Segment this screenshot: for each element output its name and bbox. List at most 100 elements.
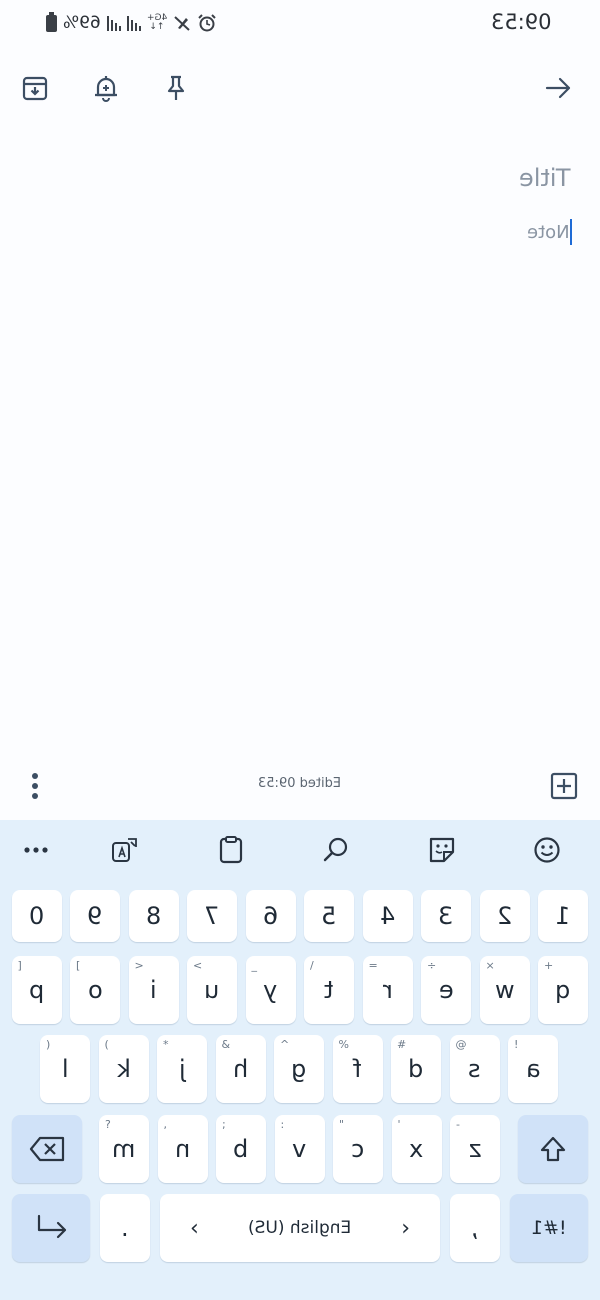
enter-key[interactable] — [12, 1194, 90, 1262]
key-hint: * — [163, 1038, 169, 1051]
key-label: l — [61, 1055, 69, 1083]
key-hint: " — [339, 1118, 345, 1131]
key-label: r — [382, 976, 393, 1004]
key-label: h — [232, 1055, 249, 1083]
letter-key-c[interactable]: " c — [333, 1115, 383, 1183]
key-label: j — [178, 1055, 186, 1083]
key-label: 8 — [145, 902, 162, 930]
number-key-5[interactable]: 5 — [304, 890, 354, 942]
translate-icon[interactable] — [105, 830, 145, 870]
pin-icon[interactable] — [156, 68, 196, 108]
letter-key-q[interactable]: + q — [538, 956, 588, 1024]
key-label: d — [408, 1055, 424, 1083]
letter-key-r[interactable]: = r — [362, 956, 413, 1024]
key-label: 5 — [321, 902, 337, 930]
letter-key-a[interactable]: ! a — [508, 1035, 558, 1103]
letter-key-w[interactable]: × w — [479, 956, 530, 1024]
key-label: 9 — [87, 902, 103, 930]
note-bottom-bar: Edited 09:53 — [0, 762, 600, 810]
chevron-left-icon[interactable]: ‹ — [190, 1194, 199, 1262]
space-key-label: English (US) — [248, 1218, 352, 1238]
key-hint: & — [221, 1038, 231, 1051]
title-input[interactable]: Title — [519, 164, 570, 192]
archive-icon[interactable] — [15, 68, 55, 108]
reminder-bell-icon[interactable] — [86, 68, 126, 108]
key-hint: @ — [455, 1038, 467, 1051]
key-label: e — [438, 976, 454, 1004]
symbols-key[interactable]: !#1 — [510, 1194, 588, 1262]
number-key-3[interactable]: 3 — [421, 890, 471, 942]
key-label: q — [555, 976, 571, 1004]
key-label: 3 — [438, 902, 454, 930]
keyboard-toolbar — [0, 820, 600, 878]
letter-key-p[interactable]: ] p — [11, 956, 62, 1024]
number-key-4[interactable]: 4 — [362, 890, 413, 942]
number-key-9[interactable]: 9 — [70, 890, 120, 942]
letter-key-l[interactable]: ) l — [40, 1035, 90, 1103]
chevron-right-icon[interactable]: › — [401, 1194, 410, 1262]
key-label: 2 — [496, 902, 513, 930]
emoji-icon[interactable] — [527, 830, 567, 870]
letter-key-d[interactable]: # d — [391, 1035, 441, 1103]
backspace-key[interactable] — [12, 1115, 82, 1183]
back-arrow-icon[interactable] — [538, 68, 578, 108]
key-label: b — [233, 1135, 249, 1163]
number-key-8[interactable]: 8 — [128, 890, 179, 942]
letter-key-s[interactable]: @ s — [449, 1035, 500, 1103]
number-key-7[interactable]: 7 — [187, 890, 237, 942]
key-label: u — [204, 976, 220, 1004]
key-hint: × — [485, 959, 495, 972]
letter-key-g[interactable]: ^ g — [274, 1035, 324, 1103]
letter-key-v[interactable]: :v — [274, 1115, 325, 1183]
letter-key-o[interactable]: [o — [70, 956, 120, 1024]
number-key-0[interactable]: 0 — [11, 890, 62, 942]
key-label: 7 — [204, 902, 220, 930]
letter-key-m[interactable]: ? m — [99, 1115, 149, 1183]
search-icon[interactable] — [316, 830, 356, 870]
key-label: y — [263, 976, 278, 1004]
shift-key[interactable] — [518, 1115, 588, 1183]
letter-key-x[interactable]: ' x — [391, 1115, 442, 1183]
note-input[interactable]: Note — [527, 218, 572, 246]
letter-key-f[interactable]: % f — [332, 1035, 383, 1103]
add-box-icon[interactable] — [546, 768, 582, 804]
letter-key-h[interactable]: & h — [215, 1035, 266, 1103]
letter-key-z[interactable]: -z — [450, 1115, 500, 1183]
shift-icon — [540, 1136, 566, 1162]
number-key-1[interactable]: 1 — [538, 890, 588, 942]
key-hint: # — [397, 1038, 407, 1051]
key-hint: < — [193, 959, 203, 972]
clock: 09:53 — [491, 10, 552, 34]
letter-key-n[interactable]: ,n — [157, 1115, 208, 1183]
battery-percent: 69% — [63, 13, 101, 33]
letter-key-e[interactable]: ÷ e — [421, 956, 471, 1024]
letter-key-k[interactable]: (k — [98, 1035, 149, 1103]
clipboard-icon[interactable] — [211, 830, 251, 870]
letter-key-y[interactable]: _ y — [245, 956, 296, 1024]
key-label: n — [174, 1135, 191, 1163]
more-horiz-icon[interactable] — [16, 830, 56, 870]
key-label: 4 — [379, 902, 396, 930]
title-placeholder: Title — [518, 164, 570, 192]
mute-icon — [174, 16, 190, 31]
key-hint: = — [368, 959, 378, 972]
number-key-2[interactable]: 2 — [479, 890, 530, 942]
letter-key-u[interactable]: < u — [187, 956, 237, 1024]
number-key-6[interactable]: 6 — [245, 890, 296, 942]
space-key[interactable]: ‹ English (US) › — [160, 1194, 440, 1262]
sticker-icon[interactable] — [422, 830, 462, 870]
period-key[interactable]: . — [100, 1194, 150, 1262]
letter-key-j[interactable]: * j — [157, 1035, 207, 1103]
key-label: m — [112, 1135, 136, 1163]
letter-key-t[interactable]: / t — [304, 956, 354, 1024]
status-bar: 69% 4G+ ↓↑ 09:53 — [0, 0, 600, 48]
signal-icon — [106, 15, 121, 31]
letter-key-i[interactable]: > i — [128, 956, 179, 1024]
symbols-key-label: !#1 — [531, 1217, 567, 1239]
comma-key[interactable]: , — [450, 1194, 500, 1262]
key-hint: - — [456, 1118, 460, 1131]
key-label: 0 — [28, 902, 45, 930]
key-label: p — [28, 976, 45, 1004]
key-hint: , — [163, 1118, 168, 1131]
letter-key-b[interactable]: ; b — [216, 1115, 266, 1183]
